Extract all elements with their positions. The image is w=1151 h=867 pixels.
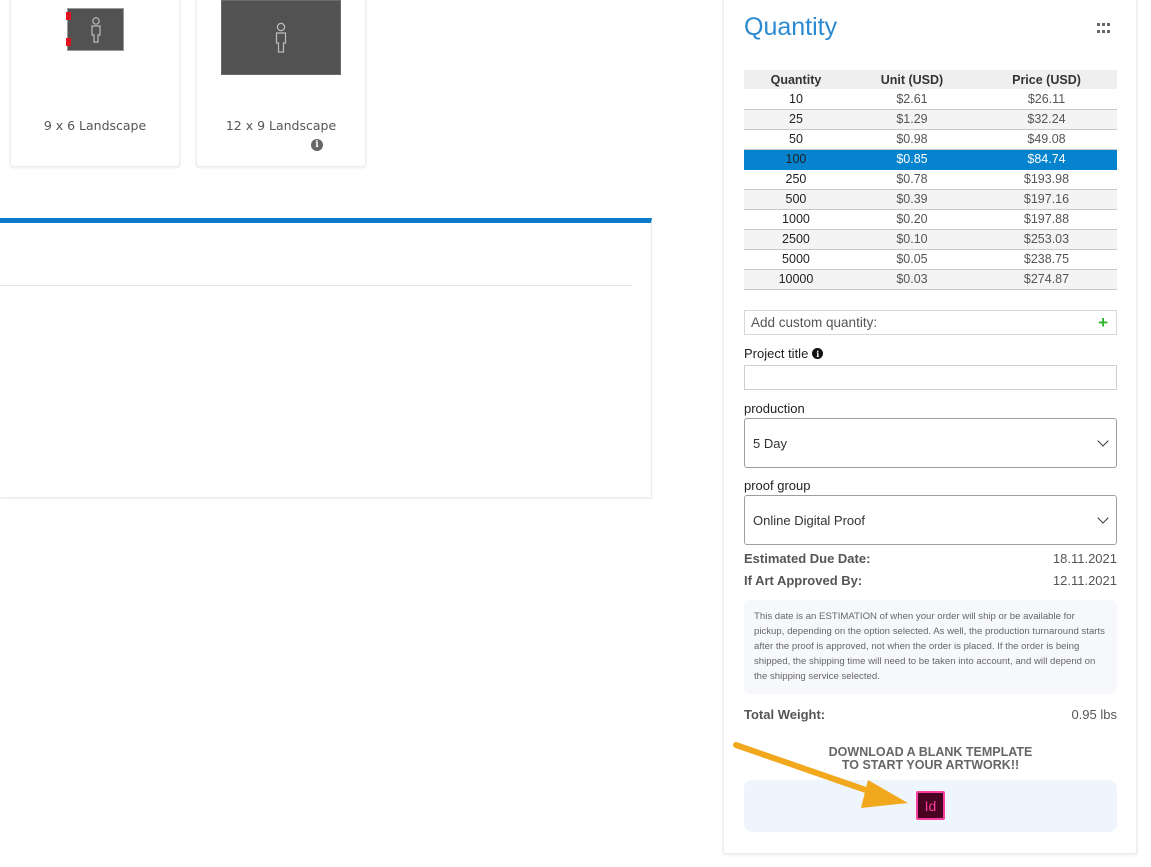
quantity-cell: 500: [744, 189, 848, 210]
quantity-cell: 10: [744, 89, 848, 110]
art-approved-row: If Art Approved By: 12.11.2021: [744, 573, 1117, 588]
panel-divider: [0, 285, 632, 286]
product-card-12x9-landscape[interactable]: 12 x 9 Landscape i: [196, 0, 366, 167]
total-price-cell: $197.88: [976, 209, 1117, 230]
price-table: Quantity Unit (USD) Price (USD) 10 $2.61 $…: [744, 70, 1117, 290]
proof-group-value: Online Digital Proof: [753, 512, 865, 528]
quantity-cell: 50: [744, 129, 848, 150]
unit-price-cell: $0.98: [847, 129, 977, 150]
person-icon: [275, 22, 287, 53]
price-row[interactable]: 50 $0.98 $49.08: [744, 129, 1117, 150]
price-row[interactable]: 1000 $0.20 $197.88: [744, 209, 1117, 230]
total-weight-value: 0.95 lbs: [1071, 707, 1117, 722]
product-label: 9 x 6 Landscape: [43, 118, 147, 133]
info-icon[interactable]: i: [311, 139, 323, 151]
total-price-cell: $197.16: [976, 189, 1117, 210]
production-label: production: [744, 401, 805, 416]
custom-quantity-input[interactable]: Add custom quantity: +: [744, 310, 1117, 335]
price-row[interactable]: 25 $1.29 $32.24: [744, 109, 1117, 130]
product-thumbnail: [221, 0, 341, 75]
total-price-cell: $193.98: [976, 169, 1117, 190]
total-price-cell: $49.08: [976, 129, 1117, 150]
total-price-cell: $26.11: [976, 89, 1117, 110]
production-select[interactable]: 5 Day: [744, 418, 1117, 468]
due-date-value: 18.11.2021: [1052, 551, 1117, 566]
download-template-heading: DOWNLOAD A BLANK TEMPLATE TO START YOUR …: [744, 746, 1117, 772]
person-icon: [90, 16, 101, 43]
header-quantity: Quantity: [744, 70, 848, 89]
quantity-sidebar: Quantity Quantity Unit (USD) Price (USD)…: [723, 0, 1137, 854]
quantity-cell: 2500: [744, 229, 848, 250]
header-unit: Unit (USD): [847, 70, 977, 89]
download-line-2: TO START YOUR ARTWORK!!: [841, 758, 1020, 772]
chevron-down-icon: [1097, 434, 1109, 447]
plus-icon[interactable]: +: [1098, 314, 1108, 331]
quantity-cell: 1000: [744, 209, 848, 230]
project-title-label: Project title i: [744, 346, 824, 361]
quantity-cell: 250: [744, 169, 848, 190]
price-row[interactable]: 5000 $0.05 $238.75: [744, 249, 1117, 270]
chevron-down-icon: [1097, 511, 1109, 524]
due-date-label: Estimated Due Date:: [744, 551, 871, 566]
estimation-note: This date is an ESTIMATION of when your …: [744, 600, 1117, 694]
quantity-cell: 100: [744, 149, 848, 170]
unit-price-cell: $0.85: [847, 149, 977, 170]
total-price-cell: $32.24: [976, 109, 1117, 130]
quantity-title: Quantity: [744, 13, 838, 41]
proof-group-label: proof group: [744, 478, 811, 493]
price-row[interactable]: 500 $0.39 $197.16: [744, 189, 1117, 210]
unit-price-cell: $0.03: [847, 269, 977, 290]
indesign-icon[interactable]: Id: [916, 791, 945, 820]
product-label: 12 x 9 Landscape: [225, 118, 337, 133]
product-card-9x6-landscape[interactable]: 9 x 6 Landscape: [10, 0, 180, 167]
approved-by-value: 12.11.2021: [1052, 573, 1117, 588]
total-price-cell: $274.87: [976, 269, 1117, 290]
price-row[interactable]: 100 $0.85 $84.74: [744, 149, 1117, 170]
price-table-header: Quantity Unit (USD) Price (USD): [744, 70, 1117, 89]
unit-price-cell: $0.05: [847, 249, 977, 270]
product-thumbnail: [66, 8, 124, 51]
custom-quantity-placeholder: Add custom quantity:: [751, 315, 878, 330]
price-row[interactable]: 10 $2.61 $26.11: [744, 89, 1117, 110]
options-panel: [0, 218, 652, 498]
quantity-cell: 10000: [744, 269, 848, 290]
total-price-cell: $253.03: [976, 229, 1117, 250]
total-weight-label: Total Weight:: [744, 707, 826, 722]
price-row[interactable]: 250 $0.78 $193.98: [744, 169, 1117, 190]
approved-by-label: If Art Approved By:: [744, 573, 863, 588]
production-value: 5 Day: [753, 435, 787, 451]
header-price: Price (USD): [976, 70, 1117, 89]
unit-price-cell: $0.20: [847, 209, 977, 230]
price-row[interactable]: 2500 $0.10 $253.03: [744, 229, 1117, 250]
price-row[interactable]: 10000 $0.03 $274.87: [744, 269, 1117, 290]
project-title-input[interactable]: [744, 365, 1117, 390]
total-price-cell: $84.74: [976, 149, 1117, 170]
unit-price-cell: $0.78: [847, 169, 977, 190]
unit-price-cell: $0.10: [847, 229, 977, 250]
unit-price-cell: $1.29: [847, 109, 977, 130]
template-download-box: Id: [744, 780, 1117, 832]
quantity-cell: 5000: [744, 249, 848, 270]
estimated-due-date-row: Estimated Due Date: 18.11.2021: [744, 551, 1117, 566]
bleed-marker: [66, 38, 71, 46]
unit-price-cell: $2.61: [847, 89, 977, 110]
project-title-label-text: Project title: [744, 346, 809, 361]
grid-view-icon[interactable]: [1097, 23, 1110, 34]
info-icon[interactable]: i: [812, 348, 824, 359]
total-weight-row: Total Weight: 0.95 lbs: [744, 707, 1117, 722]
total-price-cell: $238.75: [976, 249, 1117, 270]
unit-price-cell: $0.39: [847, 189, 977, 210]
bleed-marker: [66, 12, 71, 20]
proof-group-select[interactable]: Online Digital Proof: [744, 495, 1117, 545]
quantity-cell: 25: [744, 109, 848, 130]
